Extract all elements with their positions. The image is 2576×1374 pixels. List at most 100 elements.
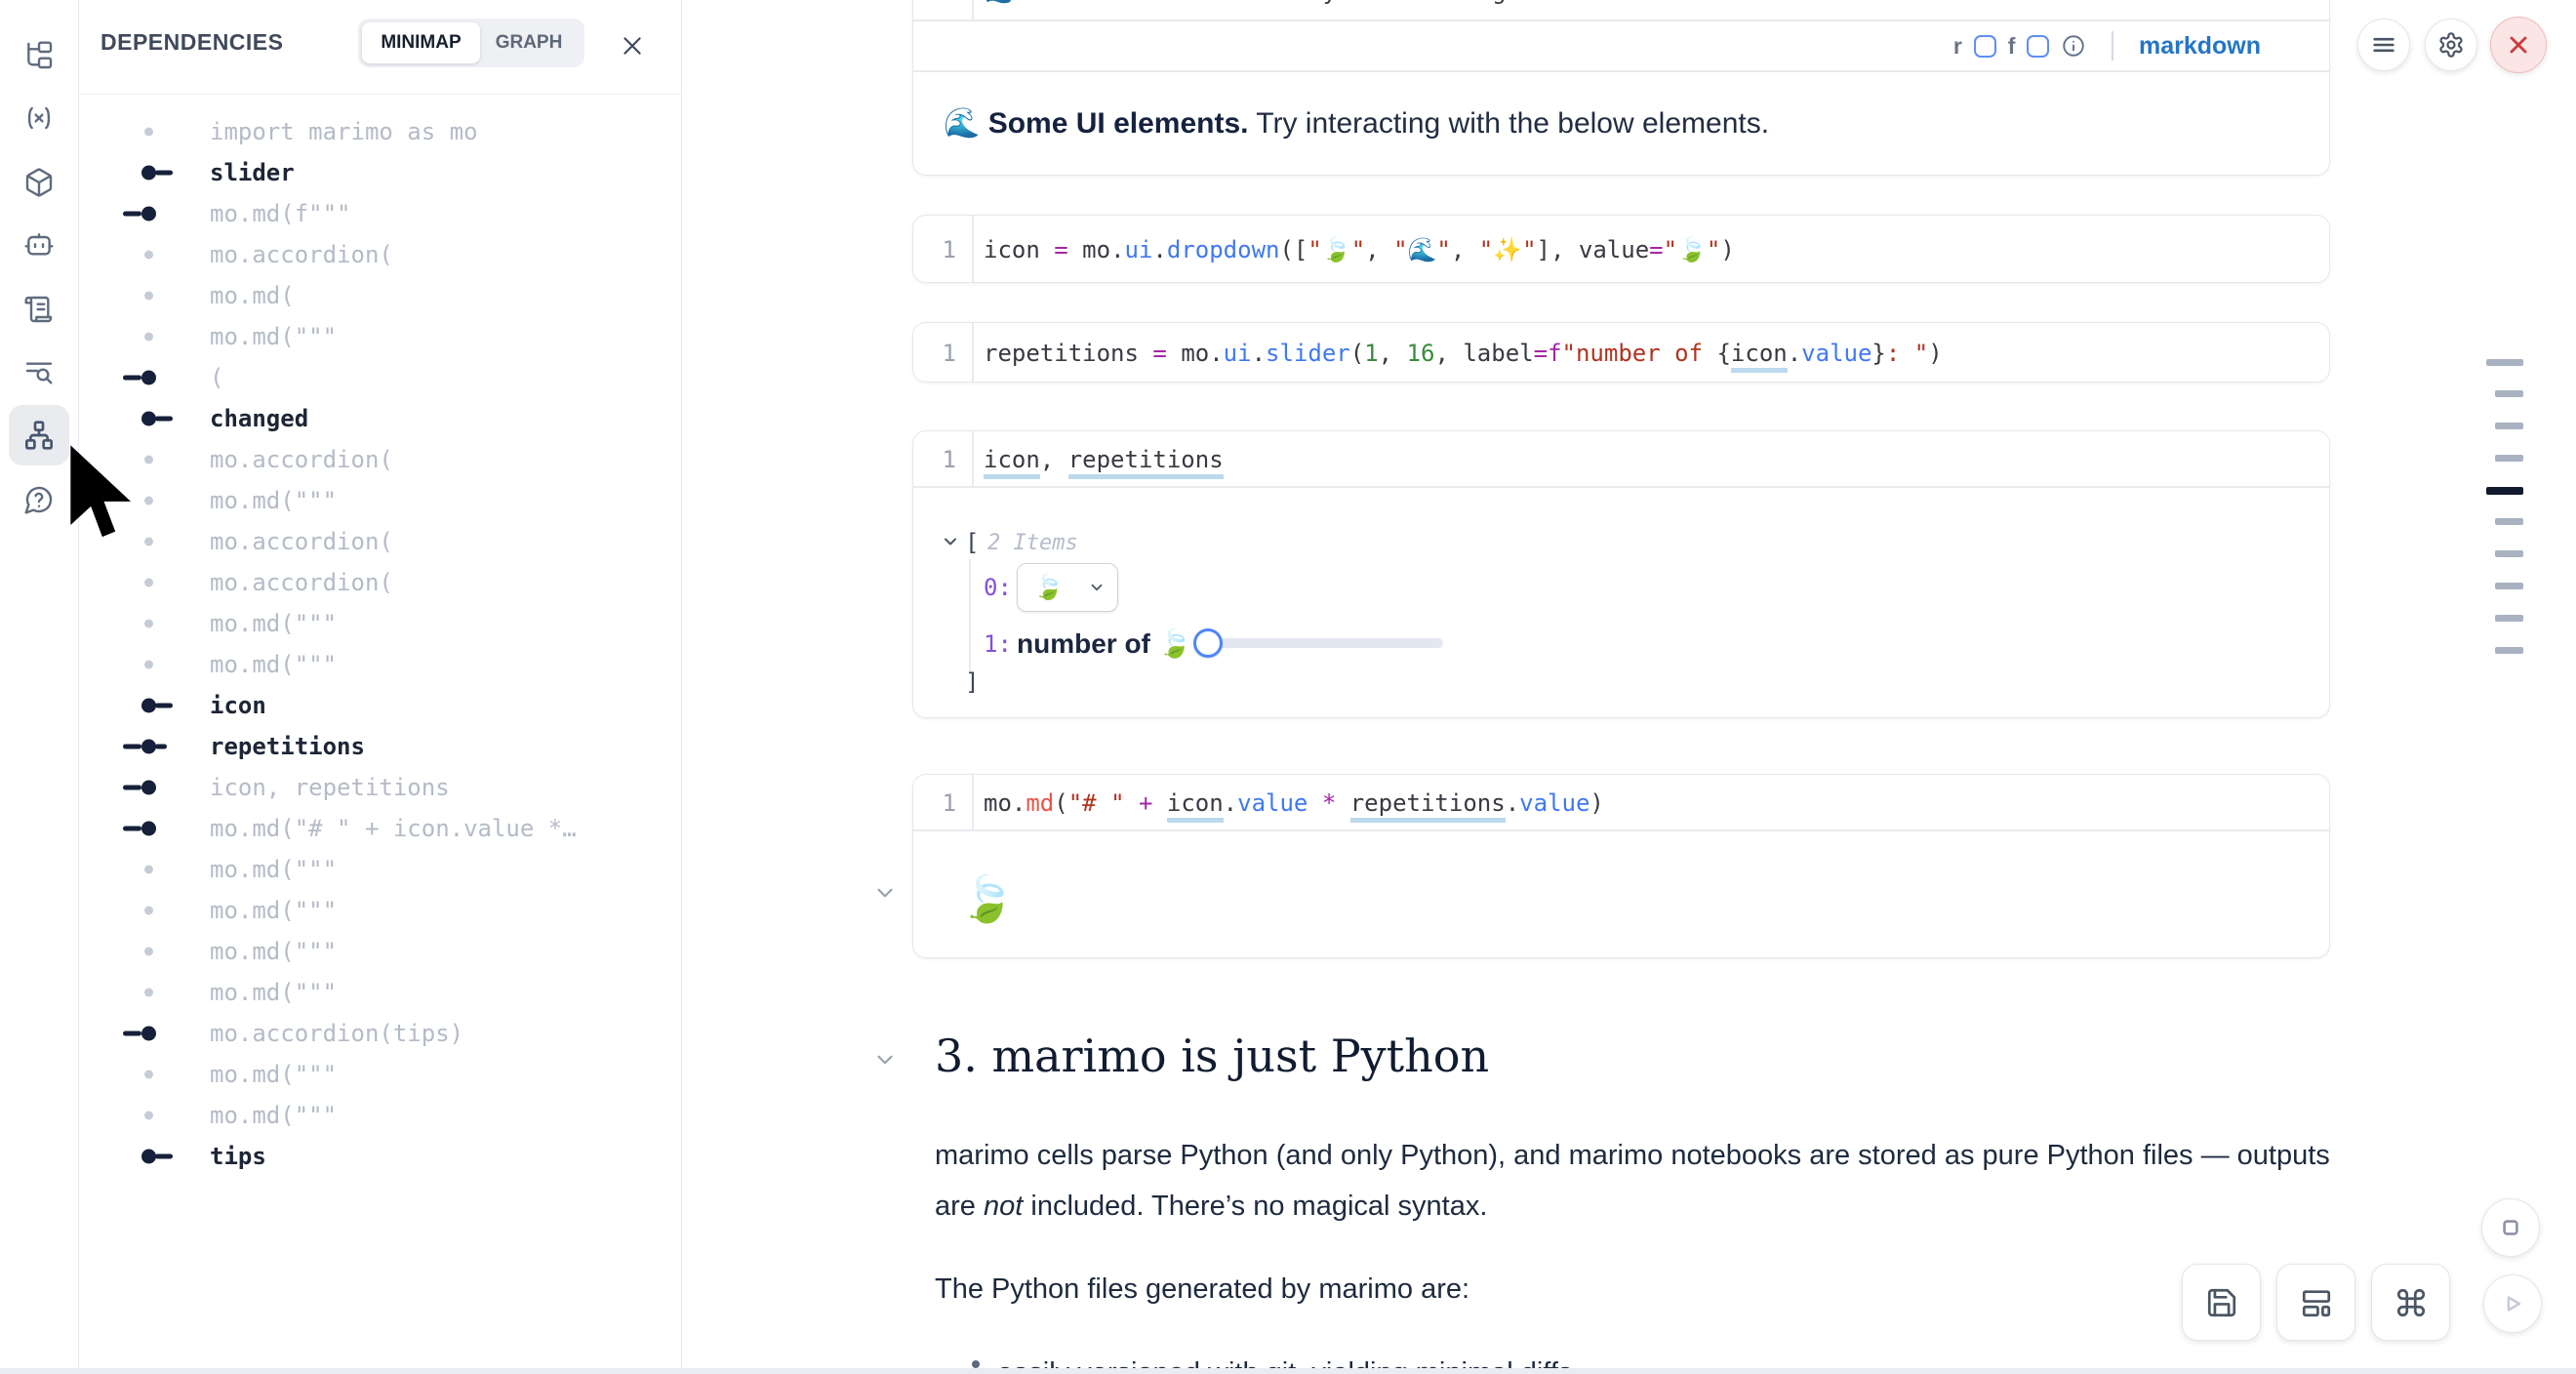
minimap-bar-active[interactable] bbox=[2486, 487, 2523, 495]
cell-dot-icon bbox=[144, 333, 153, 342]
section-collapse-icon[interactable] bbox=[872, 1047, 898, 1072]
minimap-bar[interactable] bbox=[2486, 359, 2523, 366]
code-token: ) bbox=[1928, 340, 1942, 367]
paragraph-1-line-1: marimo cells parse Python (and only Pyth… bbox=[935, 1140, 2330, 1171]
sidebar-item-logs-search[interactable] bbox=[9, 343, 69, 403]
minimap-bar[interactable] bbox=[2495, 518, 2523, 525]
dependency-item-label: mo.md(""" bbox=[210, 1061, 337, 1088]
cell-dot-icon bbox=[144, 292, 153, 301]
code-line[interactable]: repetitions = mo.ui.slider(1, 16, label=… bbox=[984, 340, 1943, 367]
dependency-item[interactable]: mo.md(""" bbox=[79, 316, 682, 357]
close-panel-button[interactable] bbox=[617, 30, 648, 61]
code-line[interactable]: icon = mo.ui.dropdown(["🍃", "🌊", "✨"], v… bbox=[984, 236, 1735, 263]
marimo-app: DEPENDENCIES MINIMAP GRAPH import marimo… bbox=[0, 0, 2576, 1374]
dependency-item[interactable]: icon bbox=[79, 685, 682, 726]
repetitions-slider-handle[interactable] bbox=[1193, 628, 1223, 658]
sidebar-item-packages[interactable] bbox=[9, 152, 69, 213]
cell-tuple-output[interactable]: 1 icon, repetitions [ 2 Items 0: 🍃 1: nu… bbox=[912, 430, 2330, 718]
icon-dropdown-select[interactable]: 🍃 bbox=[1017, 563, 1118, 612]
dependency-item-label: slider bbox=[210, 159, 295, 186]
code-token: value bbox=[1237, 789, 1308, 817]
dependency-item[interactable]: slider bbox=[79, 152, 682, 193]
tree-collapse-icon[interactable] bbox=[941, 532, 960, 551]
notebook-menu-button[interactable] bbox=[2357, 19, 2410, 71]
dependency-item[interactable]: mo.accordion( bbox=[79, 521, 682, 562]
minimap-bar[interactable] bbox=[2495, 647, 2523, 654]
dependency-item[interactable]: repetitions bbox=[79, 726, 682, 767]
dependency-item[interactable]: mo.md( bbox=[79, 275, 682, 316]
dependency-item[interactable]: mo.md(""" bbox=[79, 1095, 682, 1136]
tab-graph[interactable]: GRAPH bbox=[480, 22, 578, 63]
sidebar-item-snippets[interactable] bbox=[9, 279, 69, 340]
markdown-source-line[interactable]: 🌊 Some UI elements. Try interacting with… bbox=[984, 0, 1859, 5]
dependency-item[interactable]: mo.md(""" bbox=[79, 644, 682, 685]
tab-minimap[interactable]: MINIMAP bbox=[362, 22, 480, 63]
raw-toggle-checkbox[interactable] bbox=[1974, 35, 1996, 58]
dependency-item[interactable]: mo.md(""" bbox=[79, 1054, 682, 1095]
save-button[interactable] bbox=[2182, 1264, 2261, 1341]
dependency-item[interactable]: mo.accordion( bbox=[79, 562, 682, 603]
sidebar-item-variables[interactable] bbox=[9, 88, 69, 148]
dependency-item[interactable]: changed bbox=[79, 398, 682, 439]
cell-md-concat[interactable]: 1 mo.md("# " + icon.value * repetitions.… bbox=[912, 774, 2330, 958]
code-line[interactable]: mo.md("# " + icon.value * repetitions.va… bbox=[984, 789, 1604, 817]
dependency-item-label: changed bbox=[210, 405, 308, 432]
dependency-item[interactable]: icon, repetitions bbox=[79, 767, 682, 808]
cell-dot-icon bbox=[144, 128, 153, 137]
cell-def-marker-icon bbox=[141, 1150, 156, 1164]
sidebar-item-dependencies[interactable] bbox=[9, 405, 69, 465]
dependency-item[interactable]: mo.md(""" bbox=[79, 480, 682, 521]
code-token: , bbox=[1434, 340, 1463, 367]
sidebar-item-file-tree[interactable] bbox=[9, 25, 69, 86]
layout-button[interactable] bbox=[2276, 1264, 2355, 1341]
sidebar-item-help[interactable] bbox=[9, 469, 69, 530]
dependency-item[interactable]: mo.md(""" bbox=[79, 890, 682, 931]
dependency-item[interactable]: mo.md("# " + icon.value *… bbox=[79, 808, 682, 849]
dependency-item[interactable]: mo.md(""" bbox=[79, 603, 682, 644]
close-x-icon bbox=[2506, 32, 2531, 58]
language-badge[interactable]: markdown bbox=[2139, 32, 2261, 61]
repetitions-slider-track[interactable] bbox=[1201, 638, 1443, 648]
line-number: 1 bbox=[913, 0, 956, 5]
sidebar-item-ai-assistant[interactable] bbox=[9, 215, 69, 275]
minimap-bar[interactable] bbox=[2495, 390, 2523, 397]
dependency-item[interactable]: mo.accordion(tips) bbox=[79, 1013, 682, 1054]
shortcuts-button[interactable] bbox=[2371, 1264, 2450, 1341]
dependency-item-label: icon bbox=[210, 692, 266, 719]
settings-button[interactable] bbox=[2425, 19, 2477, 71]
fstring-toggle-checkbox[interactable] bbox=[2027, 35, 2049, 58]
dependency-item[interactable]: mo.md(f""" bbox=[79, 193, 682, 234]
code-token: , bbox=[1040, 446, 1068, 473]
dependency-item[interactable]: ( bbox=[79, 357, 682, 398]
dependency-item[interactable]: import marimo as mo bbox=[79, 111, 682, 152]
cell-dot-icon bbox=[144, 1071, 153, 1079]
code-token: . bbox=[1209, 340, 1223, 367]
dependency-item[interactable]: mo.accordion( bbox=[79, 234, 682, 275]
minimap-bar[interactable] bbox=[2495, 455, 2523, 462]
dependency-item[interactable]: mo.md(""" bbox=[79, 849, 682, 890]
cell-dropdown-code[interactable]: 1 icon = mo.ui.dropdown(["🍃", "🌊", "✨"],… bbox=[912, 215, 2330, 283]
cell-def-marker-icon bbox=[141, 166, 156, 181]
cell-markdown-ui-elements[interactable]: 1 🌊 Some UI elements. Try interacting wi… bbox=[912, 0, 2330, 176]
info-icon[interactable] bbox=[2061, 33, 2086, 59]
minimap-bar[interactable] bbox=[2495, 615, 2523, 622]
code-token: ui bbox=[1125, 236, 1153, 263]
dependency-item[interactable]: mo.accordion( bbox=[79, 439, 682, 480]
code-line[interactable]: icon, repetitions bbox=[984, 446, 1224, 473]
cell-slider-code[interactable]: 1 repetitions = mo.ui.slider(1, 16, labe… bbox=[912, 322, 2330, 383]
dependencies-panel-header: DEPENDENCIES MINIMAP GRAPH bbox=[79, 0, 681, 95]
dependency-item[interactable]: mo.md(""" bbox=[79, 972, 682, 1013]
stop-kernel-button[interactable] bbox=[2481, 1198, 2540, 1257]
dependency-item[interactable]: tips bbox=[79, 1136, 682, 1177]
line-number: 1 bbox=[913, 789, 956, 817]
minimap-bar[interactable] bbox=[2495, 423, 2523, 429]
minimap-bar[interactable] bbox=[2495, 583, 2523, 589]
shutdown-button[interactable] bbox=[2490, 17, 2547, 73]
tree-items-count: 2 Items bbox=[987, 531, 1078, 555]
run-cells-button[interactable] bbox=[2483, 1274, 2542, 1333]
bottom-scrollbar-track[interactable] bbox=[0, 1368, 2576, 1374]
dependency-item[interactable]: mo.md(""" bbox=[79, 931, 682, 972]
output-collapse-icon[interactable] bbox=[872, 880, 898, 906]
minimap-bar[interactable] bbox=[2495, 550, 2523, 557]
code-token bbox=[1139, 340, 1152, 367]
